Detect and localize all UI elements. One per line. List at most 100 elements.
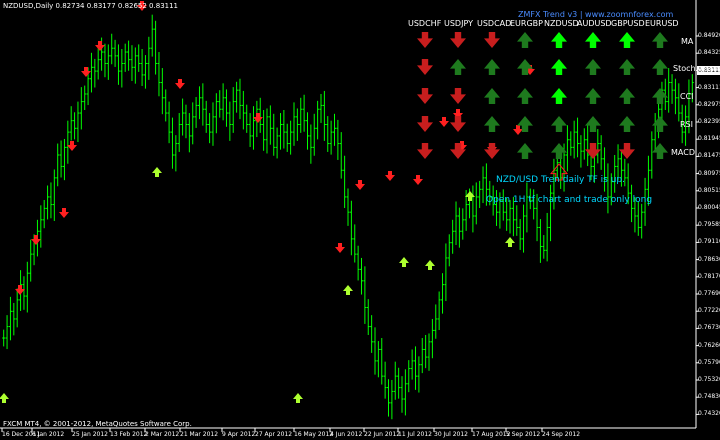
ohlc-bar (437, 291, 441, 331)
ohlc-bar (640, 203, 644, 239)
signal-up-arrow-icon (619, 116, 635, 132)
chart-down-arrow-icon (253, 113, 263, 123)
ohlc-bar (177, 113, 181, 152)
signal-up-arrow-icon (619, 88, 635, 104)
ohlc-bar (329, 120, 333, 155)
currency-header-audusd: AUDUSD (577, 19, 612, 28)
indicator-label-ma: MA (681, 37, 694, 46)
ohlc-bar (407, 360, 411, 393)
price-axis-label: 0.76260 (698, 341, 720, 349)
ohlc-bar (312, 113, 316, 156)
chart-down-arrow-icon (335, 243, 345, 253)
chart-arrow-group (0, 1, 535, 403)
signal-up-arrow-icon (619, 32, 635, 48)
ohlc-bar (49, 182, 53, 219)
trend-panel-title[interactable]: ZMFX Trend v3 | www.zoomnforex.com (518, 10, 673, 19)
ohlc-bar (596, 129, 600, 164)
ohlc-bar (336, 119, 340, 160)
ohlc-bar (241, 90, 245, 130)
ohlc-bar (447, 234, 451, 267)
chart-up-arrow-icon (0, 393, 9, 403)
ohlc-bar (393, 361, 397, 400)
signal-up-arrow-icon (484, 59, 500, 75)
ohlc-bar (606, 163, 610, 214)
price-axis-label: 0.84325 (698, 49, 720, 57)
ohlc-bar (430, 318, 434, 359)
ohlc-bar (569, 131, 573, 156)
signal-up-arrow-icon (517, 32, 533, 48)
signal-down-arrow-icon (417, 143, 433, 159)
indicator-label-macd: MACD (671, 148, 695, 157)
price-axis-label: 0.74830 (698, 393, 720, 401)
ohlc-bar (366, 299, 370, 335)
signal-up-arrow-icon (551, 88, 567, 104)
ohlc-bar (667, 68, 671, 113)
time-axis-label: 13 Feb 2012 (110, 431, 148, 438)
ohlc-bar (356, 245, 360, 281)
time-axis-label: 9 Apr 2012 (222, 431, 256, 438)
price-axis-label: 0.78630 (698, 255, 720, 263)
ohlc-bar (56, 143, 60, 187)
ohlc-bar (120, 48, 124, 88)
time-axis-label: 4 Jun 2012 (330, 431, 363, 438)
ohlc-bar (110, 33, 114, 65)
price-axis-label: 0.82395 (698, 118, 720, 125)
ohlc-bar (218, 90, 222, 118)
price-axis-label: 0.83111 (698, 83, 720, 91)
chart-down-arrow-icon (59, 208, 69, 218)
ohlc-bar (214, 93, 218, 134)
signal-up-arrow-icon (652, 59, 668, 75)
price-axis-label: 0.77690 (698, 290, 720, 297)
ohlc-bar (59, 140, 63, 178)
chart-up-arrow-icon (399, 257, 409, 267)
signal-up-arrow-icon (585, 88, 601, 104)
ohlc-bar (478, 180, 482, 208)
ohlc-bar (197, 86, 201, 120)
ohlc-bar (481, 166, 485, 204)
currency-header-eurusd: EURUSD (645, 19, 679, 28)
chart-down-arrow-icon (355, 180, 365, 190)
signal-up-arrow-icon (619, 59, 635, 75)
signal-up-arrow-icon (551, 59, 567, 75)
currency-header-usdjpy: USDJPY (444, 19, 473, 28)
signal-down-arrow-icon (450, 32, 466, 48)
chart-down-arrow-icon (31, 235, 41, 245)
ohlc-bar (66, 120, 70, 164)
price-axis-label: 0.76730 (698, 324, 720, 332)
ohlc-bar (400, 376, 404, 413)
ohlc-bar (278, 113, 282, 150)
signal-up-arrow-icon (450, 59, 466, 75)
ohlc-bar (89, 52, 93, 93)
ohlc-bar (211, 102, 215, 146)
signal-down-arrow-icon (484, 32, 500, 48)
ohlc-bar (238, 78, 242, 120)
ohlc-bar (268, 105, 272, 145)
price-chart[interactable] (0, 0, 720, 440)
signal-down-arrow-icon (484, 143, 500, 159)
ohlc-bar (174, 135, 178, 172)
time-axis-label: 16 May 2012 (294, 431, 334, 438)
ohlc-bar (248, 113, 252, 147)
symbol-info: NZDUSD,Daily 0.82734 0.83177 0.82652 0.8… (3, 2, 179, 10)
ohlc-bar (420, 338, 424, 374)
ohlc-bar (191, 102, 195, 145)
ohlc-bar (451, 219, 455, 254)
ohlc-bar (673, 78, 677, 115)
ohlc-bar (383, 361, 387, 399)
time-axis-label: 5 Sep 2012 (506, 431, 541, 438)
ohlc-bar (245, 104, 249, 133)
price-axis-label: 0.79110 (698, 238, 720, 246)
ohlc-bar (282, 109, 286, 149)
ohlc-bar (292, 102, 296, 146)
signal-down-arrow-icon (417, 32, 433, 48)
time-axis-label: 17 Aug 2012 (472, 431, 511, 438)
signal-up-arrow-icon (551, 116, 567, 132)
ohlc-bar (106, 44, 110, 80)
ohlc-bar (582, 128, 586, 160)
signal-down-arrow-icon (450, 88, 466, 104)
ohlc-bar (299, 97, 303, 133)
price-axis-label: 0.78170 (698, 272, 720, 280)
price-axis-label: 0.80515 (698, 186, 720, 194)
trend-signal-grid (417, 32, 668, 181)
ohlc-bar (204, 100, 208, 133)
